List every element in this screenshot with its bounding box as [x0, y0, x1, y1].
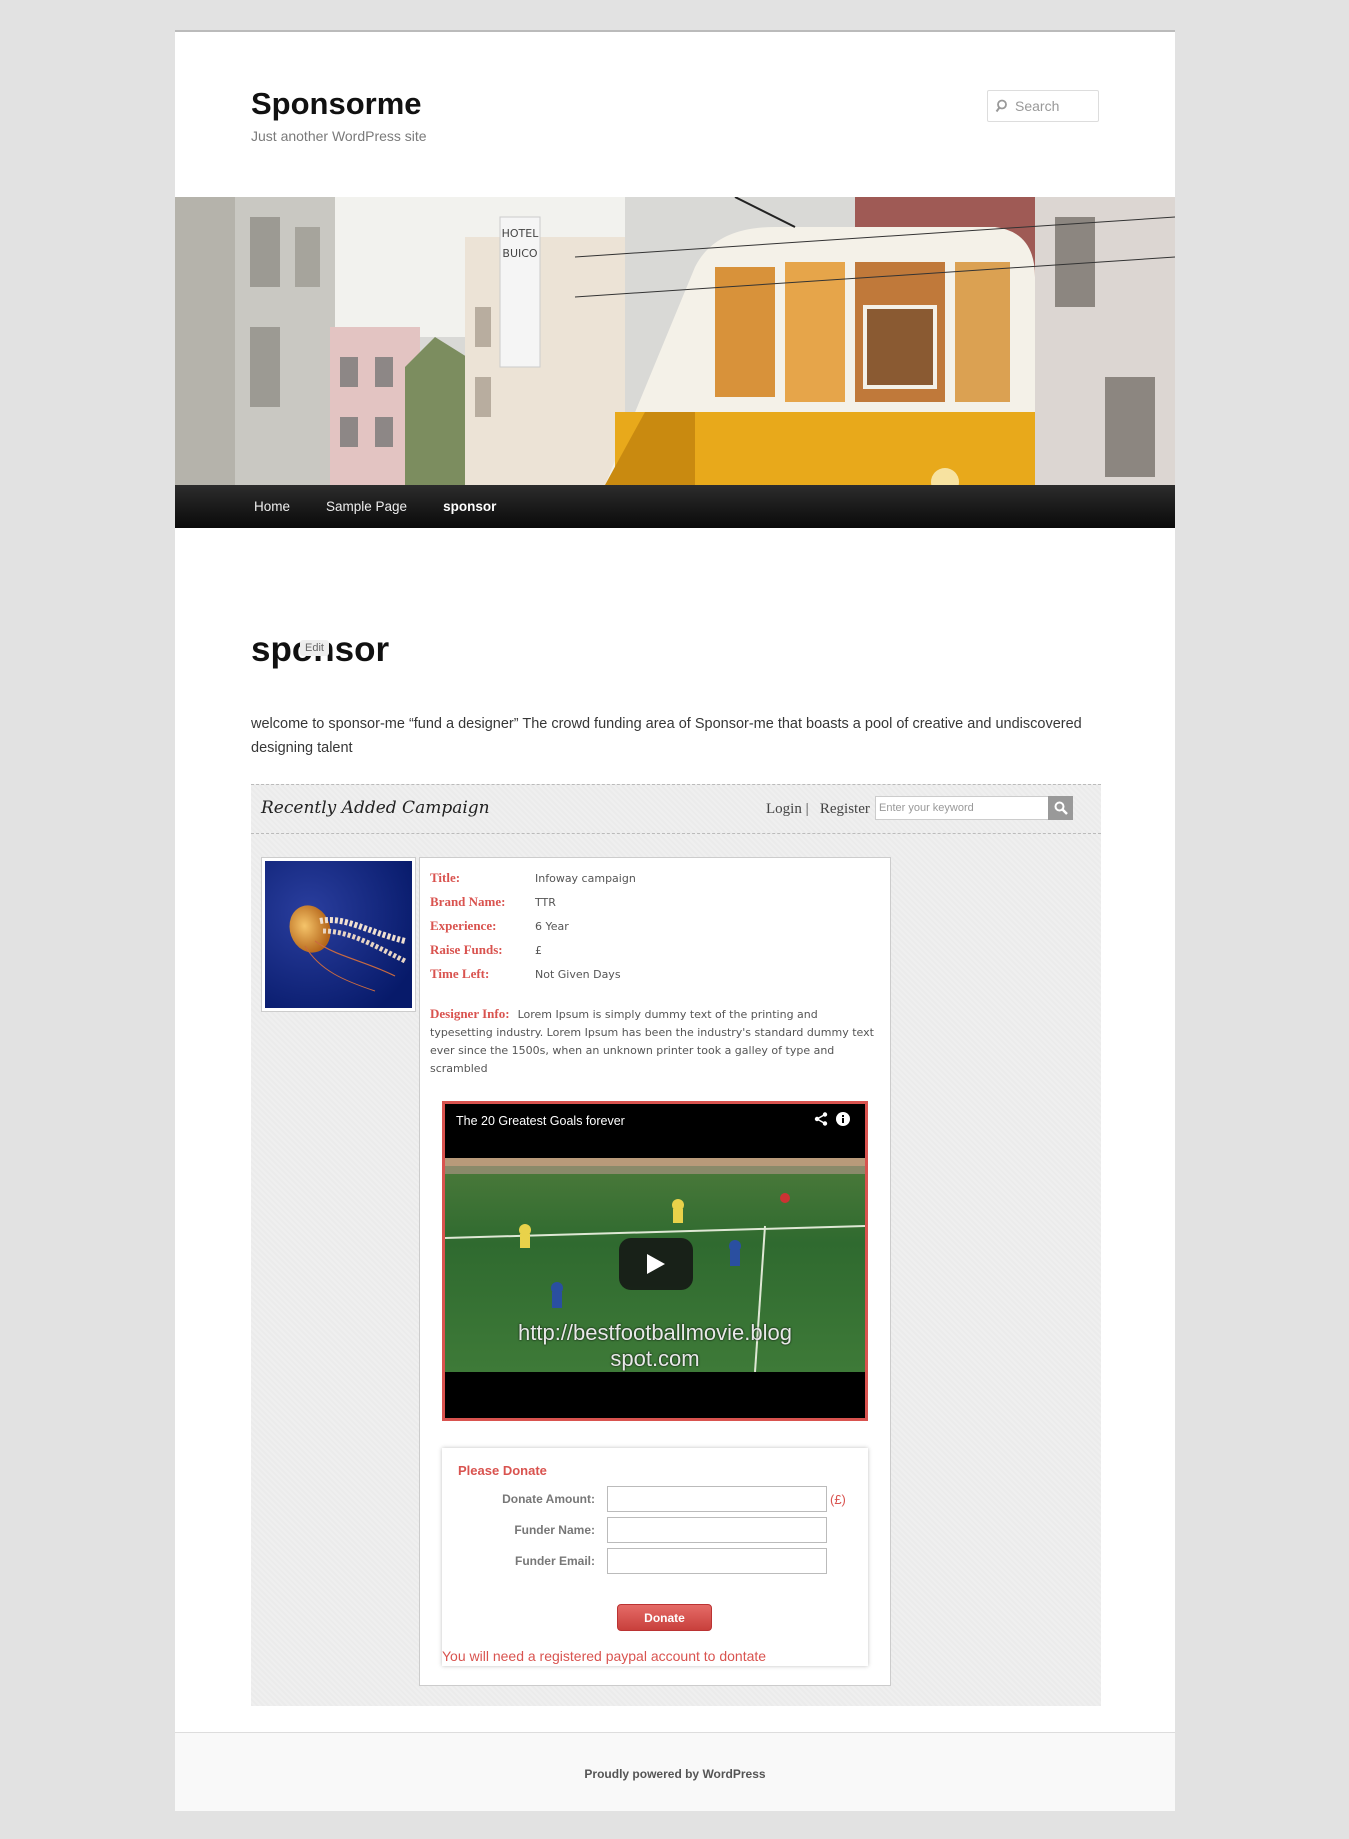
- donate-note: You will need a registered paypal accoun…: [442, 1648, 767, 1664]
- header-banner-image: HOTEL BUICO: [175, 197, 1175, 485]
- field-label: Title:: [430, 870, 461, 885]
- keyword-search-input[interactable]: Enter your keyword: [875, 796, 1049, 820]
- video-player[interactable]: The 20 Greatest Goals forever http://bes…: [442, 1101, 868, 1421]
- donate-amount-label: Donate Amount:: [502, 1492, 595, 1506]
- campaign-thumbnail[interactable]: [261, 857, 416, 1012]
- campaign-card: Title: Infoway campaign Brand Name: TTR Ex…: [419, 857, 891, 1686]
- keyword-search-button[interactable]: [1048, 796, 1073, 820]
- donate-button[interactable]: Donate: [617, 1604, 712, 1631]
- play-icon: [647, 1254, 665, 1274]
- campaign-section: Recently Added Campaign Login | Register…: [251, 784, 1101, 1706]
- donate-amount-row: Donate Amount: (£): [442, 1486, 846, 1512]
- funder-name-row: Funder Name:: [442, 1517, 827, 1543]
- info-icon[interactable]: [836, 1112, 850, 1126]
- video-overlay-text: http://bestfootballmovie.blog spot.com: [485, 1320, 825, 1372]
- login-link[interactable]: Login: [766, 801, 802, 817]
- share-icon[interactable]: [814, 1112, 828, 1126]
- magnifier-icon: [1054, 801, 1068, 815]
- site-title[interactable]: Sponsorme: [251, 86, 422, 122]
- nav-item-sample-page[interactable]: Sample Page: [314, 499, 419, 514]
- field-value: Not Given Days: [535, 968, 621, 981]
- donate-form: Please Donate Donate Amount: (£) Funder …: [442, 1448, 868, 1666]
- nav-item-sponsor[interactable]: sponsor: [431, 499, 508, 514]
- site-description: Just another WordPress site: [251, 128, 427, 144]
- field-value: £: [535, 944, 542, 957]
- svg-text:BUICO: BUICO: [502, 247, 538, 260]
- field-label: Time Left:: [430, 966, 490, 981]
- site-footer: Proudly powered by WordPress: [175, 1732, 1175, 1811]
- search-icon: [995, 99, 1007, 113]
- edit-link[interactable]: Edit: [300, 640, 329, 656]
- donate-amount-input[interactable]: [607, 1486, 827, 1512]
- video-overlay-line1: http://bestfootballmovie.blog: [518, 1320, 792, 1345]
- field-value: 6 Year: [535, 920, 569, 933]
- funder-name-input[interactable]: [607, 1517, 827, 1543]
- funder-name-label: Funder Name:: [514, 1523, 595, 1537]
- search-input[interactable]: Search: [987, 90, 1099, 122]
- video-title[interactable]: The 20 Greatest Goals forever: [456, 1114, 625, 1128]
- campaign-header: Recently Added Campaign Login | Register…: [251, 784, 1101, 834]
- field-value: TTR: [535, 896, 556, 909]
- field-raise-funds: Raise Funds: £: [430, 942, 542, 958]
- search-placeholder: Search: [1015, 98, 1060, 114]
- campaign-heading: Recently Added Campaign: [261, 798, 490, 818]
- field-experience: Experience: 6 Year: [430, 918, 569, 934]
- field-label: Raise Funds:: [430, 942, 503, 957]
- field-time-left: Time Left: Not Given Days: [430, 966, 621, 982]
- intro-text: welcome to sponsor-me “fund a designer” …: [251, 716, 1082, 756]
- auth-links: Login | Register: [766, 801, 870, 818]
- donate-title: Please Donate: [458, 1463, 547, 1478]
- svg-text:HOTEL: HOTEL: [502, 227, 540, 240]
- field-label: Brand Name:: [430, 894, 506, 909]
- field-label: Experience:: [430, 918, 497, 933]
- field-value: Infoway campaign: [535, 872, 636, 885]
- footer-credit-link[interactable]: Proudly powered by WordPress: [584, 1767, 765, 1781]
- funder-email-row: Funder Email:: [442, 1548, 827, 1574]
- play-button[interactable]: [619, 1238, 693, 1290]
- field-title: Title: Infoway campaign: [430, 870, 636, 886]
- funder-email-input[interactable]: [607, 1548, 827, 1574]
- register-link[interactable]: Register: [820, 801, 870, 817]
- jellyfish-image: [265, 861, 412, 1008]
- video-overlay-line2: spot.com: [610, 1346, 700, 1371]
- link-separator: |: [805, 801, 809, 817]
- field-brand-name: Brand Name: TTR: [430, 894, 556, 910]
- field-label: Designer Info:: [430, 1006, 510, 1021]
- page-container: Sponsorme Just another WordPress site Se…: [175, 30, 1175, 1811]
- main-nav: Home Sample Page sponsor: [175, 485, 1175, 528]
- currency-label: (£): [830, 1491, 846, 1507]
- designer-info: Designer Info: Lorem Ipsum is simply dumm…: [430, 1005, 875, 1078]
- nav-item-home[interactable]: Home: [242, 499, 302, 514]
- funder-email-label: Funder Email:: [514, 1554, 595, 1568]
